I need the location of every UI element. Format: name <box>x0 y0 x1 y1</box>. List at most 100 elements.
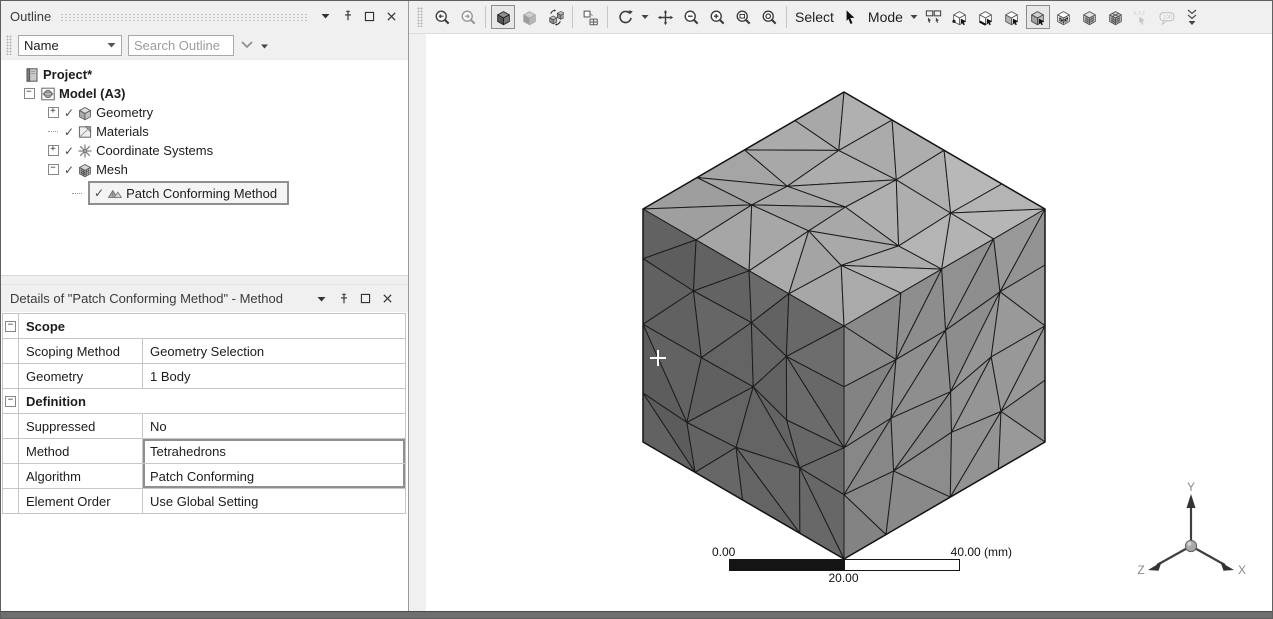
viewports-icon[interactable] <box>578 5 602 29</box>
rotate-cubes-icon[interactable] <box>543 5 567 29</box>
name-filter-label: Name <box>24 38 59 53</box>
pan-icon[interactable] <box>653 5 677 29</box>
svg-text:X,Y,Z: X,Y,Z <box>1134 10 1146 16</box>
tree-item-materials[interactable]: ✓ Materials <box>1 122 408 141</box>
panel-gap <box>409 34 426 612</box>
details-row-margin <box>3 489 19 514</box>
details-panel: Details of "Patch Conforming Method" - M… <box>1 285 408 514</box>
face-filter-icon[interactable] <box>1000 5 1024 29</box>
rotate-icon[interactable] <box>613 5 637 29</box>
group-expander-minus-icon[interactable]: − <box>3 389 19 414</box>
outline-titlebar: Outline <box>1 1 408 31</box>
app-window: Outline Name Project*−Model (A3)+✓Geomet… <box>0 0 1273 619</box>
expander-minus-icon[interactable]: − <box>21 88 37 99</box>
svg-text:100: 100 <box>1163 14 1174 20</box>
cursor-icon[interactable] <box>839 5 863 29</box>
toolbar-label-mode[interactable]: Mode <box>868 9 903 25</box>
details-value-algorithm[interactable]: Patch Conforming <box>143 464 406 489</box>
maximize-icon[interactable] <box>361 8 378 25</box>
panel-menu-caret-icon[interactable] <box>317 8 334 25</box>
details-table: −ScopeScoping MethodGeometry SelectionGe… <box>2 313 406 514</box>
triad-z-arrow[interactable] <box>1148 562 1162 571</box>
details-value-geometry[interactable]: 1 Body <box>143 364 406 389</box>
triad-y-arrow[interactable] <box>1187 494 1196 508</box>
search-outline-input[interactable] <box>128 35 234 56</box>
box-zoom-icon[interactable] <box>731 5 755 29</box>
body-filter-icon[interactable] <box>1026 5 1050 29</box>
details-group-header: Scope <box>19 314 406 339</box>
triad-y-label: Y <box>1187 482 1195 494</box>
close-icon[interactable] <box>383 8 400 25</box>
tree-item-mesh[interactable]: −✓Mesh <box>1 160 408 179</box>
tree-item-patch-conforming-method[interactable]: ✓Patch Conforming Method <box>1 179 408 207</box>
details-value-suppressed[interactable]: No <box>143 414 406 439</box>
toolbar-label-select[interactable]: Select <box>795 9 834 25</box>
details-label: Geometry <box>19 364 143 389</box>
panel-menu-caret-icon[interactable] <box>313 290 330 307</box>
toolbar-separator <box>572 6 573 28</box>
expander-plus-icon[interactable]: + <box>45 145 61 156</box>
toolbar-overflow-icon[interactable] <box>1185 2 1199 32</box>
tree-item-label: Materials <box>96 124 149 139</box>
window-bottom-edge <box>1 611 1272 618</box>
mesh-face-filter-icon[interactable] <box>1078 5 1102 29</box>
expander-plus-icon[interactable]: + <box>45 107 61 118</box>
toolbar-separator <box>786 6 787 28</box>
mesh-element-filter-icon[interactable] <box>1104 5 1128 29</box>
scale-max-label: 40.00 (mm) <box>951 545 1012 559</box>
orientation-triad[interactable]: Y X Z <box>1133 482 1253 592</box>
triad-x-arrow[interactable] <box>1221 562 1235 571</box>
expand-search-chevron-icon[interactable] <box>240 40 254 50</box>
group-expander-minus-icon[interactable]: − <box>3 314 19 339</box>
tree-item-project[interactable]: Project* <box>1 65 408 84</box>
toolbar-drag-handle-icon[interactable] <box>417 7 423 27</box>
details-row-margin <box>3 339 19 364</box>
details-row-margin <box>3 464 19 489</box>
pin-icon[interactable] <box>339 8 356 25</box>
dropdown-caret-icon[interactable] <box>910 14 918 20</box>
zoom-back-icon[interactable] <box>430 5 454 29</box>
details-row-margin <box>3 414 19 439</box>
vertex-filter-icon[interactable] <box>948 5 972 29</box>
details-value-scoping-method[interactable]: Geometry Selection <box>143 339 406 364</box>
tree-item-label: Project* <box>43 67 92 82</box>
zoom-in-icon[interactable] <box>705 5 729 29</box>
toolbar-separator <box>607 6 608 28</box>
maximize-icon[interactable] <box>357 290 374 307</box>
details-row-margin <box>3 439 19 464</box>
scale-bar-rule <box>729 559 960 571</box>
checkmark-icon: ✓ <box>64 126 74 138</box>
tree-item-label: Model (A3) <box>59 86 125 101</box>
details-label: Suppressed <box>19 414 143 439</box>
close-icon[interactable] <box>379 290 396 307</box>
edge-filter-icon[interactable] <box>974 5 998 29</box>
mesh-node-filter-icon[interactable] <box>1052 5 1076 29</box>
tree-item-coordinate-systems[interactable]: +✓Coordinate Systems <box>1 141 408 160</box>
name-filter-dropdown[interactable]: Name <box>18 35 122 56</box>
details-value-element-order[interactable]: Use Global Setting <box>143 489 406 514</box>
pin-icon[interactable] <box>335 290 352 307</box>
xyz-pick-icon[interactable]: X,Y,Z <box>1130 5 1154 29</box>
panel-splitter[interactable] <box>1 275 408 285</box>
probe-annotation-icon[interactable]: 100 <box>1156 5 1180 29</box>
shaded-exterior-icon[interactable] <box>517 5 541 29</box>
tree-item-label: Geometry <box>96 105 153 120</box>
zoom-out-icon[interactable] <box>679 5 703 29</box>
graphics-toolbar: Select Mode X,Y,Z 100 <box>409 1 1272 34</box>
geometry-icon <box>77 105 93 121</box>
model-viewport[interactable]: 0.00 40.00 (mm) 20.00 Y X Z <box>426 34 1271 612</box>
zoom-forward-icon[interactable] <box>456 5 480 29</box>
dropdown-caret-icon[interactable] <box>641 14 649 20</box>
drag-handle-icon[interactable] <box>6 35 12 55</box>
expander-minus-icon[interactable]: − <box>45 164 61 175</box>
tree-item-geometry[interactable]: +✓Geometry <box>1 103 408 122</box>
details-value-method[interactable]: Tetrahedrons <box>143 439 406 464</box>
tree-item-label: Mesh <box>96 162 128 177</box>
box-select-icon[interactable] <box>922 5 946 29</box>
tree-item-model-a3[interactable]: − Model (A3) <box>1 84 408 103</box>
details-titlebar: Details of "Patch Conforming Method" - M… <box>1 285 408 312</box>
zoom-fit-icon[interactable] <box>757 5 781 29</box>
toolbar-options-caret-icon[interactable] <box>260 41 269 50</box>
shaded-exterior-edges-icon[interactable] <box>491 5 515 29</box>
materials-icon <box>77 124 93 140</box>
